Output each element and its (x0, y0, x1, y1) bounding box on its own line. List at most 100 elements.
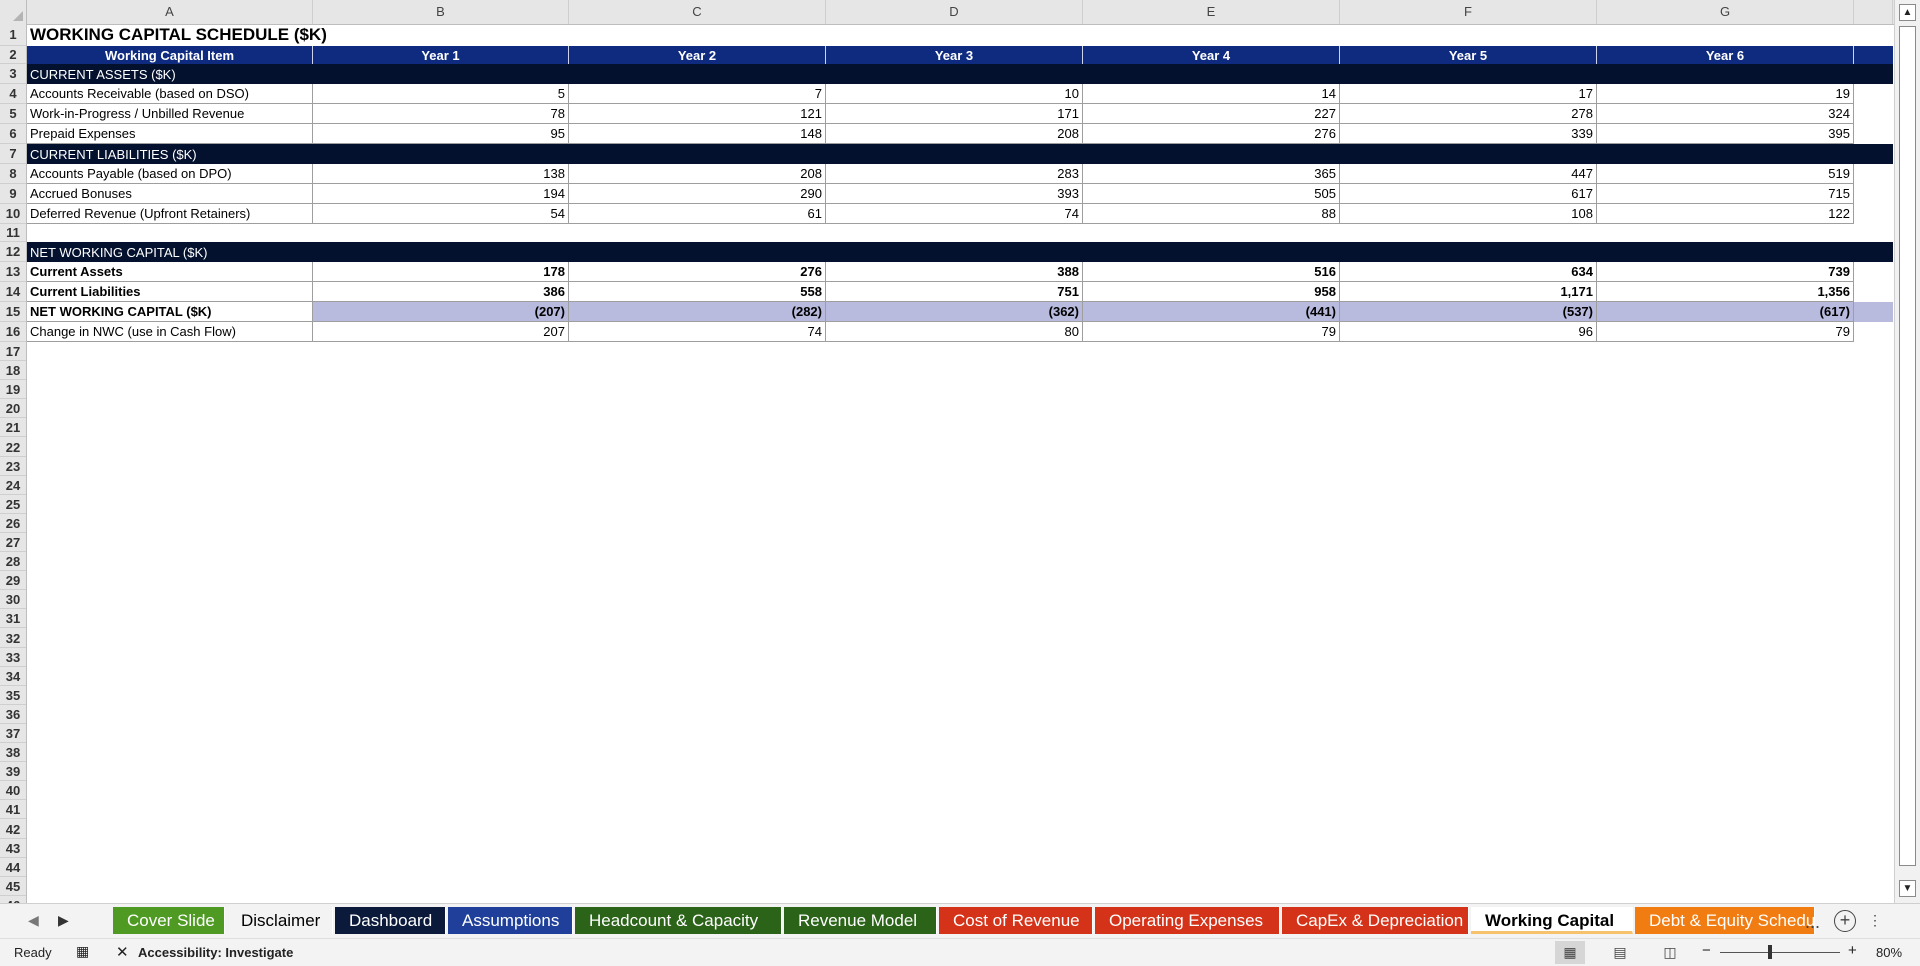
value-cell[interactable]: 7 (569, 84, 826, 104)
value-cell[interactable]: 447 (1340, 164, 1597, 184)
value-cell[interactable]: 519 (1597, 164, 1854, 184)
value-cell[interactable]: 207 (313, 322, 569, 342)
year-header-cell[interactable]: Year 2 (569, 46, 826, 64)
row-header[interactable]: 6 (0, 124, 26, 144)
value-cell[interactable]: 617 (1340, 184, 1597, 204)
value-cell[interactable]: 958 (1083, 282, 1340, 302)
zoom-slider-thumb[interactable] (1768, 945, 1772, 959)
value-cell[interactable]: 19 (1597, 84, 1854, 104)
next-sheet-icon[interactable]: ▶ (58, 912, 69, 929)
sheet-tab-dashboard[interactable]: Dashboard (335, 907, 446, 934)
add-sheet-icon[interactable]: + (1834, 910, 1856, 932)
accessibility-status[interactable]: Accessibility: Investigate (138, 945, 293, 960)
year-header-cell[interactable]: Year 6 (1597, 46, 1854, 64)
value-cell[interactable]: 95 (313, 124, 569, 144)
section-label[interactable]: CURRENT ASSETS ($K) (27, 64, 1827, 84)
row-header[interactable]: 19 (0, 380, 26, 400)
section-label[interactable]: CURRENT LIABILITIES ($K) (27, 144, 1827, 164)
sheet-tab-debt-equity-schedu[interactable]: Debt & Equity Schedu (1635, 907, 1815, 934)
zoom-in-icon[interactable]: + (1848, 942, 1857, 959)
value-cell[interactable]: 79 (1597, 322, 1854, 342)
year-header-cell[interactable]: Year 3 (826, 46, 1083, 64)
value-cell[interactable]: 148 (569, 124, 826, 144)
row-header[interactable]: 35 (0, 686, 26, 705)
value-cell[interactable]: 88 (1083, 204, 1340, 224)
page-break-preview-icon[interactable]: ◫ (1655, 941, 1685, 964)
column-header-d[interactable]: D (826, 0, 1083, 24)
row-header[interactable]: 13 (0, 262, 26, 282)
page-layout-icon[interactable]: ▤ (1605, 941, 1635, 964)
value-cell[interactable]: 290 (569, 184, 826, 204)
sheet-tab-revenue-model[interactable]: Revenue Model (784, 907, 937, 934)
row-label-cell[interactable]: Work-in-Progress / Unbilled Revenue (27, 104, 313, 124)
value-cell[interactable]: 1,356 (1597, 282, 1854, 302)
row-header[interactable]: 8 (0, 164, 26, 184)
value-cell[interactable]: 10 (826, 84, 1083, 104)
value-cell[interactable]: 634 (1340, 262, 1597, 282)
row-header[interactable]: 39 (0, 762, 26, 782)
row-header[interactable]: 10 (0, 204, 26, 224)
sheet-tab-working-capital[interactable]: Working Capital (1471, 907, 1633, 934)
row-header[interactable]: 25 (0, 495, 26, 514)
zoom-slider-track[interactable] (1720, 952, 1840, 953)
value-cell[interactable]: 283 (826, 164, 1083, 184)
column-header-g[interactable]: G (1597, 0, 1854, 24)
row-header[interactable]: 15 (0, 302, 26, 322)
value-cell[interactable]: 194 (313, 184, 569, 204)
value-cell[interactable]: 171 (826, 104, 1083, 124)
scroll-down-arrow-icon[interactable]: ▼ (1899, 880, 1916, 897)
value-cell[interactable]: 61 (569, 204, 826, 224)
value-cell[interactable]: 505 (1083, 184, 1340, 204)
row-header[interactable]: 16 (0, 322, 26, 342)
sheet-tab-operating-expenses[interactable]: Operating Expenses (1095, 907, 1280, 934)
row-header[interactable]: 5 (0, 104, 26, 124)
row-header[interactable]: 2 (0, 46, 26, 64)
value-cell[interactable]: 395 (1597, 124, 1854, 144)
value-cell[interactable]: 96 (1340, 322, 1597, 342)
column-header-b[interactable]: B (313, 0, 569, 24)
row-label-cell[interactable]: Current Liabilities (27, 282, 313, 302)
prev-sheet-icon[interactable]: ◀ (28, 912, 39, 929)
year-header-cell[interactable]: Year 4 (1083, 46, 1340, 64)
value-cell[interactable]: 227 (1083, 104, 1340, 124)
value-cell[interactable]: 386 (313, 282, 569, 302)
scroll-thumb[interactable] (1899, 26, 1916, 866)
value-cell[interactable]: 208 (826, 124, 1083, 144)
sheet-tab-capex-depreciation[interactable]: CapEx & Depreciation (1282, 907, 1469, 934)
row-header[interactable]: 21 (0, 418, 26, 438)
row-header[interactable]: 31 (0, 609, 26, 629)
value-cell[interactable]: 388 (826, 262, 1083, 282)
column-header-c[interactable]: C (569, 0, 826, 24)
value-cell[interactable]: 138 (313, 164, 569, 184)
row-header[interactable]: 34 (0, 667, 26, 686)
value-cell[interactable]: 121 (569, 104, 826, 124)
row-header[interactable]: 11 (0, 224, 26, 242)
value-cell[interactable]: 80 (826, 322, 1083, 342)
row-header[interactable]: 26 (0, 514, 26, 533)
value-cell[interactable]: (441) (1083, 302, 1340, 322)
value-cell[interactable]: 339 (1340, 124, 1597, 144)
row-header[interactable]: 37 (0, 724, 26, 744)
row-label-cell[interactable]: NET WORKING CAPITAL ($K) (27, 302, 313, 322)
item-header-cell[interactable]: Working Capital Item (27, 46, 313, 64)
value-cell[interactable]: 278 (1340, 104, 1597, 124)
sheet-tab-cover-slide[interactable]: Cover Slide (113, 907, 225, 934)
row-header[interactable]: 14 (0, 282, 26, 302)
row-header[interactable]: 33 (0, 648, 26, 667)
value-cell[interactable]: 393 (826, 184, 1083, 204)
section-label[interactable]: NET WORKING CAPITAL ($K) (27, 242, 1827, 262)
row-header[interactable]: 23 (0, 457, 26, 476)
value-cell[interactable]: 365 (1083, 164, 1340, 184)
row-header[interactable]: 12 (0, 242, 26, 262)
sheet-tab-cost-of-revenue[interactable]: Cost of Revenue (939, 907, 1093, 934)
row-header[interactable]: 22 (0, 438, 26, 457)
row-header[interactable]: 32 (0, 629, 26, 648)
row-header[interactable]: 45 (0, 877, 26, 896)
row-label-cell[interactable]: Change in NWC (use in Cash Flow) (27, 322, 313, 342)
row-header[interactable]: 30 (0, 590, 26, 610)
value-cell[interactable]: 715 (1597, 184, 1854, 204)
value-cell[interactable]: 1,171 (1340, 282, 1597, 302)
macro-record-icon[interactable]: ▦ (76, 943, 89, 960)
value-cell[interactable]: 208 (569, 164, 826, 184)
sheet-tab-disclaimer[interactable]: Disclaimer (227, 907, 333, 934)
